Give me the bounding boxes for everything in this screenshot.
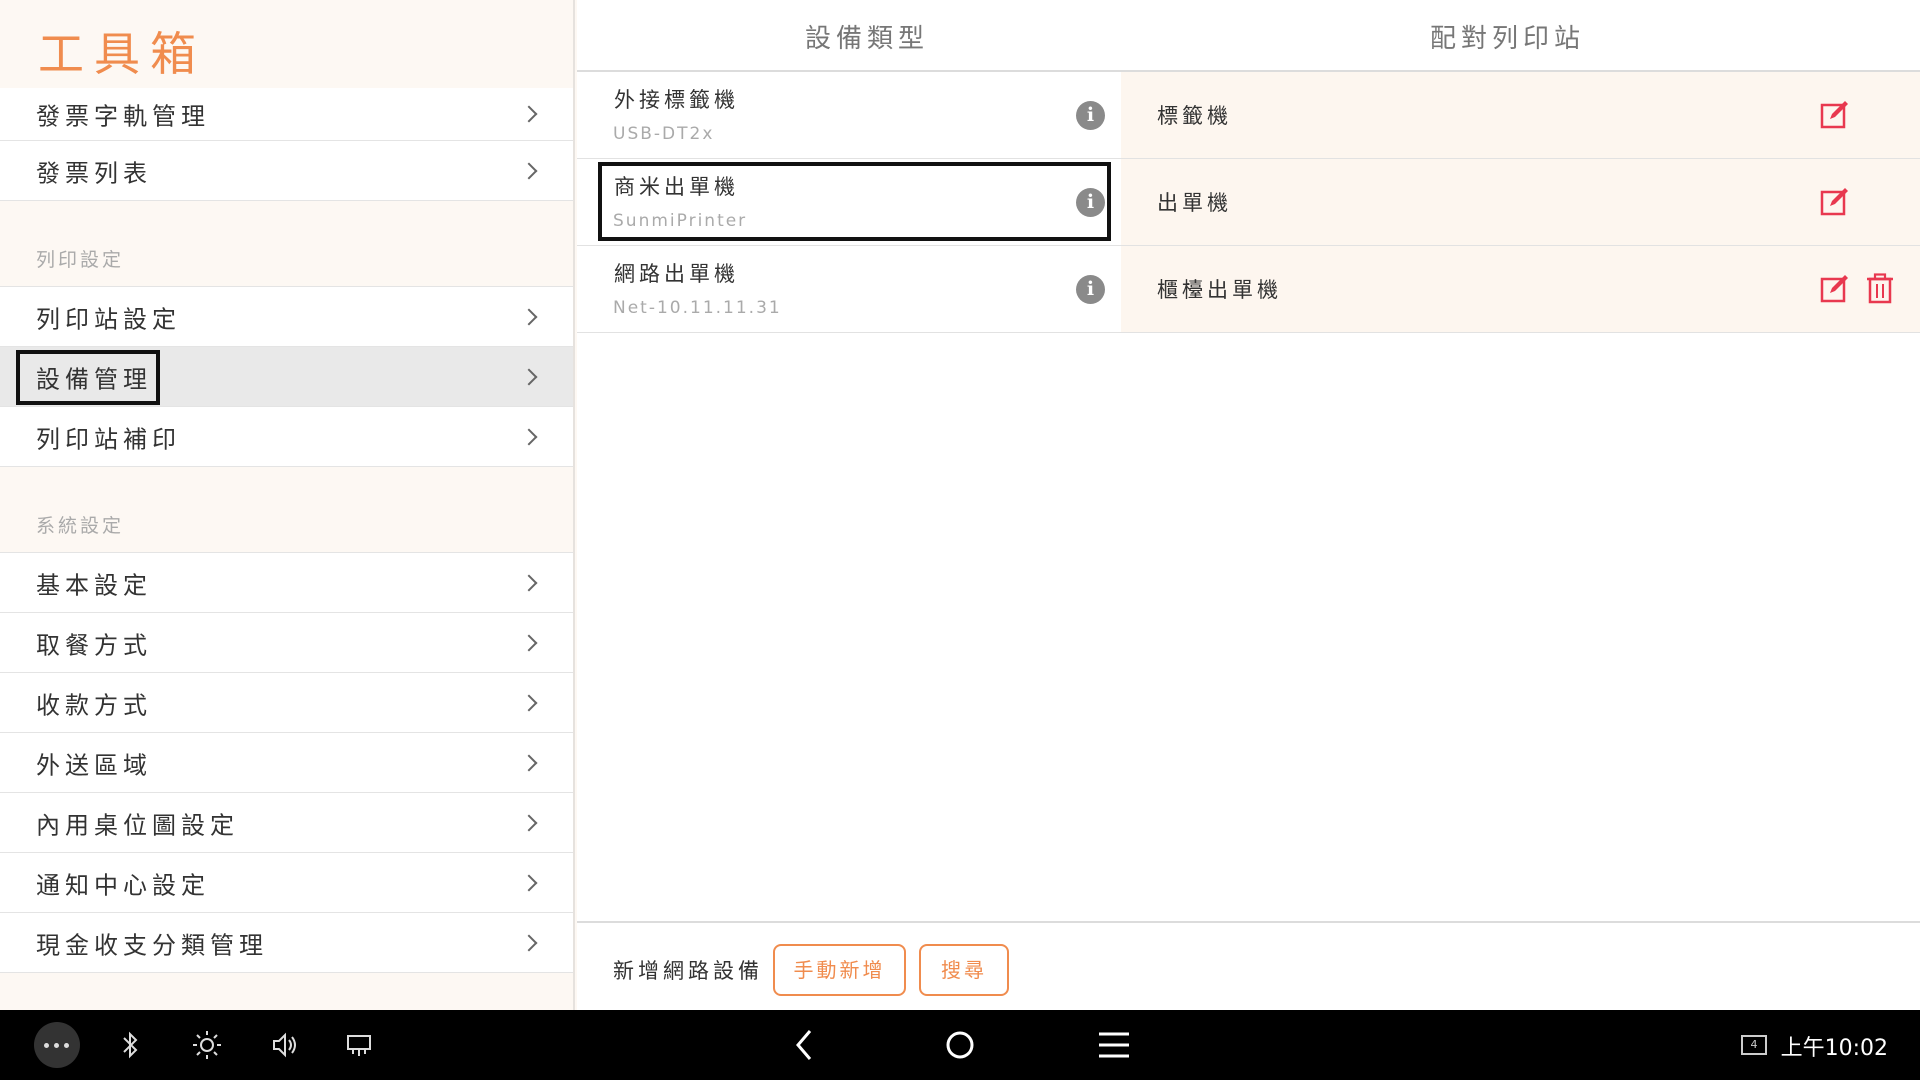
section-header-label: 列印設定 (36, 249, 125, 271)
sidebar-item-notification-center[interactable]: 通知中心設定 (0, 853, 573, 913)
sidebar-item-label: 內用桌位圖設定 (36, 811, 239, 839)
keyboard-icon[interactable] (339, 1025, 379, 1065)
sidebar-item-label: 收款方式 (36, 691, 152, 719)
info-icon[interactable]: i (1076, 188, 1105, 217)
menu-icon[interactable] (1094, 1025, 1134, 1065)
trash-icon[interactable] (1866, 273, 1894, 304)
search-button[interactable]: 搜尋 (919, 944, 1009, 996)
sidebar-menu: 發票字軌管理 發票列表 列印設定 列印站設定 設備管理 列印站補印 系統設定 基… (0, 88, 573, 973)
add-network-device-label: 新增網路設備 (613, 959, 763, 983)
sidebar-item-cash-category[interactable]: 現金收支分類管理 (0, 913, 573, 973)
station-name: 出單機 (1157, 191, 1232, 215)
device-name: 網路出單機 (614, 262, 739, 286)
chevron-right-icon (520, 754, 538, 771)
sidebar-item-label: 通知中心設定 (36, 871, 210, 899)
screen-icon[interactable]: 4 (1741, 1035, 1767, 1055)
sidebar-item-label: 列印站設定 (36, 305, 181, 333)
chevron-right-icon (520, 634, 538, 651)
section-header-print: 列印設定 (0, 201, 573, 287)
sidebar-item-label: 設備管理 (36, 365, 152, 393)
column-header-device-type: 設備類型 (805, 24, 930, 54)
device-cell[interactable]: 網路出單機 Net-10.11.11.31 i (577, 246, 1121, 332)
status-clock: 上午10:02 (1780, 1036, 1888, 1061)
chevron-right-icon (520, 574, 538, 591)
chevron-right-icon (520, 814, 538, 831)
app: 工具箱 發票字軌管理 發票列表 列印設定 列印站設定 設備管理 列印站補印 系統… (0, 0, 1920, 1010)
sidebar-item-label: 發票字軌管理 (36, 102, 210, 131)
info-icon[interactable]: i (1076, 101, 1105, 130)
back-icon[interactable] (786, 1025, 826, 1065)
sidebar-item-table-map[interactable]: 內用桌位圖設定 (0, 793, 573, 853)
system-navigation-bar: 4 上午10:02 (0, 1010, 1920, 1080)
device-cell[interactable]: 商米出單機 SunmiPrinter i (577, 159, 1121, 245)
column-header-station: 配對列印站 (1430, 24, 1586, 54)
chevron-right-icon (520, 934, 538, 951)
chevron-right-icon (520, 428, 538, 445)
device-subtitle: SunmiPrinter (613, 211, 748, 231)
volume-icon[interactable] (264, 1025, 304, 1065)
more-icon[interactable] (34, 1022, 80, 1068)
brightness-icon[interactable] (187, 1025, 227, 1065)
sidebar-item-label: 現金收支分類管理 (36, 931, 268, 959)
sidebar: 工具箱 發票字軌管理 發票列表 列印設定 列印站設定 設備管理 列印站補印 系統… (0, 0, 575, 1010)
edit-icon[interactable] (1820, 100, 1849, 129)
sidebar-item-pickup-method[interactable]: 取餐方式 (0, 613, 573, 673)
sidebar-item-delivery-area[interactable]: 外送區域 (0, 733, 573, 793)
station-name: 櫃檯出單機 (1157, 278, 1282, 302)
sidebar-item-reprint[interactable]: 列印站補印 (0, 407, 573, 467)
home-icon[interactable] (940, 1025, 980, 1065)
edit-icon[interactable] (1820, 187, 1849, 216)
bluetooth-icon[interactable] (110, 1025, 150, 1065)
sidebar-item-label: 發票列表 (36, 159, 152, 187)
chevron-right-icon (520, 874, 538, 891)
add-device-footer: 新增網路設備 手動新增 搜尋 (577, 921, 1920, 1010)
device-name: 外接標籤機 (614, 88, 739, 112)
sidebar-title: 工具箱 (38, 27, 206, 81)
station-cell: 櫃檯出單機 (1121, 246, 1920, 332)
station-name: 標籤機 (1157, 104, 1232, 128)
edit-icon[interactable] (1820, 274, 1849, 303)
info-icon[interactable]: i (1076, 275, 1105, 304)
table-row: 外接標籤機 USB-DT2x i 標籤機 (577, 72, 1920, 159)
chevron-right-icon (520, 162, 538, 179)
sidebar-item-label: 列印站補印 (36, 425, 181, 453)
chevron-right-icon (520, 105, 538, 123)
device-panel: 設備類型 配對列印站 外接標籤機 USB-DT2x i 標籤機 商米出單機 Su… (577, 0, 1920, 1010)
device-cell[interactable]: 外接標籤機 USB-DT2x i (577, 72, 1121, 158)
chevron-right-icon (520, 694, 538, 711)
chevron-right-icon (520, 308, 538, 325)
sidebar-item-payment-method[interactable]: 收款方式 (0, 673, 573, 733)
table-row: 商米出單機 SunmiPrinter i 出單機 (577, 159, 1920, 246)
sidebar-item-basic-settings[interactable]: 基本設定 (0, 553, 573, 613)
sidebar-item-device-management[interactable]: 設備管理 (0, 347, 573, 407)
section-header-system: 系統設定 (0, 467, 573, 553)
device-subtitle: USB-DT2x (613, 124, 715, 144)
station-cell: 標籤機 (1121, 72, 1920, 158)
sidebar-item-label: 基本設定 (36, 571, 152, 599)
table-header: 設備類型 配對列印站 (577, 0, 1920, 72)
device-subtitle: Net-10.11.11.31 (613, 298, 782, 318)
table-row: 網路出單機 Net-10.11.11.31 i 櫃檯出單機 (577, 246, 1920, 333)
sidebar-item-invoice-list[interactable]: 發票列表 (0, 141, 573, 201)
sidebar-item-invoice-track[interactable]: 發票字軌管理 (0, 88, 573, 141)
manual-add-button[interactable]: 手動新增 (773, 944, 906, 996)
section-header-label: 系統設定 (36, 515, 125, 537)
sidebar-item-label: 外送區域 (36, 751, 152, 779)
station-cell: 出單機 (1121, 159, 1920, 245)
sidebar-item-label: 取餐方式 (36, 631, 152, 659)
sidebar-item-print-station[interactable]: 列印站設定 (0, 287, 573, 347)
device-name: 商米出單機 (614, 175, 739, 199)
chevron-right-icon (520, 368, 538, 385)
